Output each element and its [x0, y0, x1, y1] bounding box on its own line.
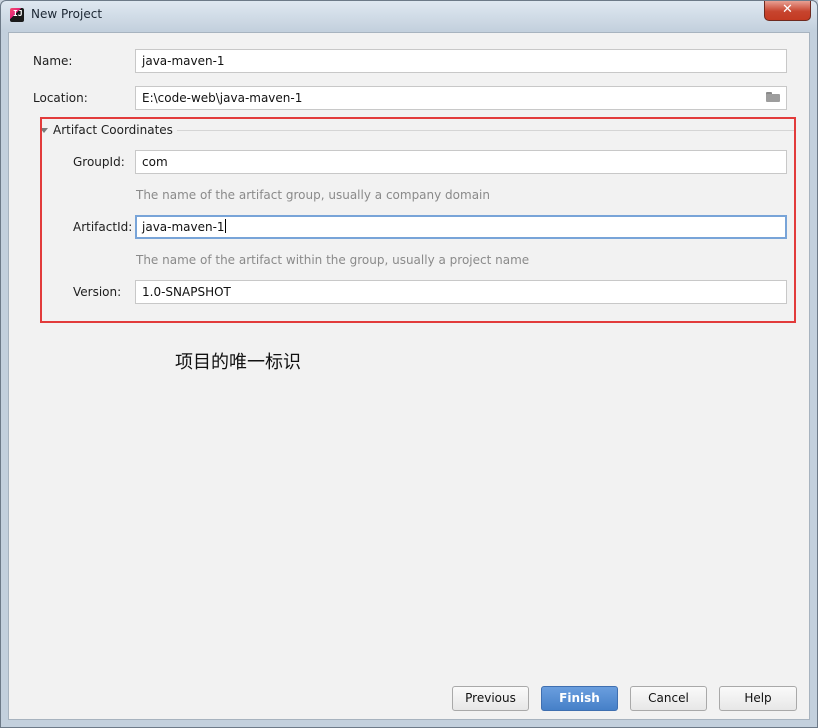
folder-browse-icon[interactable] [766, 92, 780, 102]
new-project-dialog: IJ New Project ✕ Name: java-maven-1 Loca… [0, 0, 818, 728]
cancel-button[interactable]: Cancel [630, 686, 707, 711]
help-button[interactable]: Help [719, 686, 797, 711]
annotation-text: 项目的唯一标识 [175, 352, 301, 373]
title-bar[interactable]: IJ New Project ✕ [1, 1, 817, 29]
location-value: E:\code-web\java-maven-1 [142, 91, 303, 105]
annotation-highlight-box [40, 117, 796, 323]
name-input[interactable]: java-maven-1 [135, 49, 787, 73]
location-label: Location: [33, 91, 88, 105]
previous-button[interactable]: Previous [452, 686, 529, 711]
window-title: New Project [31, 7, 103, 21]
dialog-content: Name: java-maven-1 Location: E:\code-web… [8, 32, 810, 720]
finish-button[interactable]: Finish [541, 686, 618, 711]
intellij-app-icon: IJ [10, 8, 24, 22]
name-label: Name: [33, 54, 73, 68]
location-input[interactable]: E:\code-web\java-maven-1 [135, 86, 787, 110]
close-button[interactable]: ✕ [764, 1, 811, 21]
